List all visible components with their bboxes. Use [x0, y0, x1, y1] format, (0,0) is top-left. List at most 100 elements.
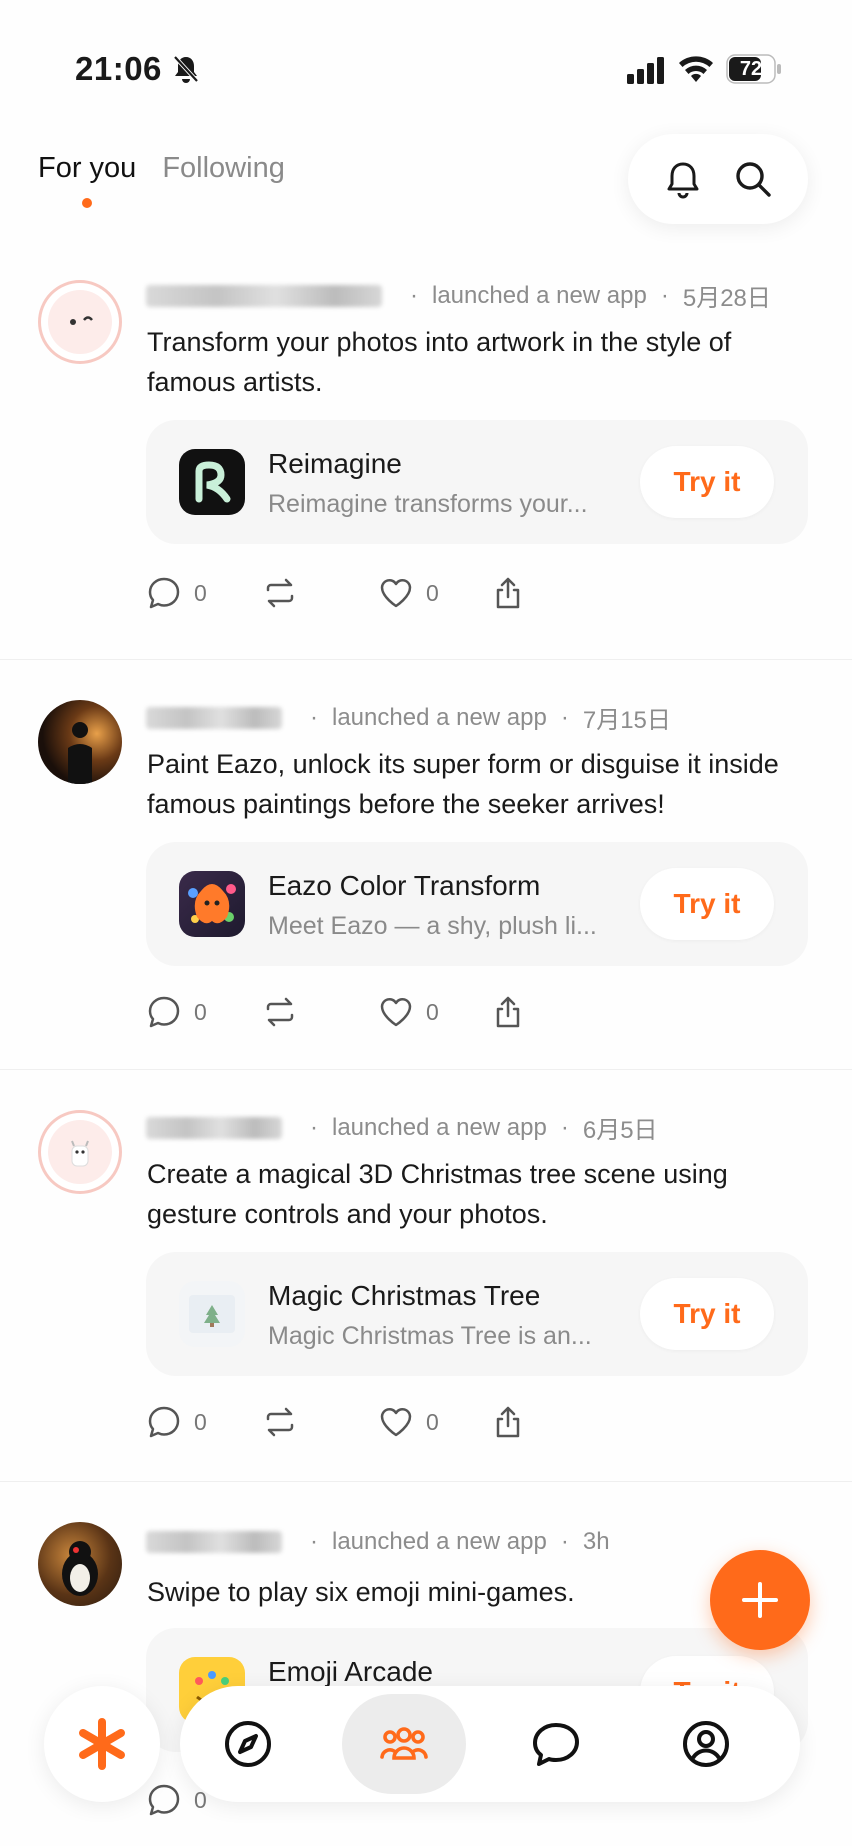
- post-date: 6月5日: [582, 1117, 658, 1144]
- bell-muted-icon: [173, 55, 199, 83]
- comment-button[interactable]: 0: [146, 1404, 262, 1440]
- app-subtitle: Magic Christmas Tree is an...: [268, 1322, 592, 1350]
- tab-following[interactable]: Following: [162, 152, 285, 185]
- search-icon[interactable]: [732, 158, 774, 200]
- like-count: 0: [426, 1408, 439, 1435]
- app-subtitle: Reimagine transforms your...: [268, 490, 588, 518]
- battery-icon: 72: [726, 54, 782, 84]
- app-card[interactable]: Reimagine Reimagine transforms your... T…: [146, 420, 808, 544]
- repost-button[interactable]: [262, 1404, 378, 1440]
- like-count: 0: [426, 998, 439, 1025]
- active-tab-indicator: [82, 198, 93, 208]
- comment-button[interactable]: 0: [146, 994, 262, 1030]
- nav-community[interactable]: [342, 1694, 466, 1794]
- comment-icon: [148, 577, 180, 609]
- app-name: Eazo Color Transform: [268, 870, 541, 901]
- tab-label: Following: [162, 152, 285, 184]
- create-post-button[interactable]: [710, 1550, 810, 1650]
- try-it-button[interactable]: Try it: [640, 446, 774, 518]
- share-button[interactable]: [490, 575, 526, 611]
- nav-messages[interactable]: [496, 1694, 616, 1794]
- username-redacted[interactable]: [146, 706, 282, 729]
- post-meta: · launched a new app · 7月15日: [146, 700, 671, 735]
- tab-label: For you: [38, 152, 137, 184]
- post-meta: · launched a new app · 5月28日: [146, 278, 771, 313]
- post-text: Transform your photos into artwork in th…: [147, 327, 732, 397]
- app-card[interactable]: Magic Christmas Tree Magic Christmas Tre…: [146, 1252, 808, 1376]
- comment-icon: [148, 1784, 180, 1816]
- app-icon-christmas-tree: [179, 1281, 245, 1347]
- repost-icon: [266, 578, 294, 608]
- post-text: Create a magical 3D Christmas tree scene…: [147, 1159, 728, 1229]
- share-icon: [496, 577, 520, 609]
- post-actions: 0 0: [146, 1404, 526, 1440]
- repost-button[interactable]: [262, 575, 378, 611]
- avatar[interactable]: [38, 1522, 122, 1606]
- try-it-button[interactable]: Try it: [640, 868, 774, 940]
- post-actions: 0 0: [146, 575, 526, 611]
- username-redacted[interactable]: [146, 1531, 282, 1553]
- comment-icon: [148, 1406, 180, 1438]
- comment-count: 0: [194, 1408, 207, 1435]
- repost-icon: [266, 1407, 294, 1437]
- home-button[interactable]: [44, 1686, 160, 1802]
- nav-profile[interactable]: [646, 1694, 766, 1794]
- heart-icon: [380, 579, 412, 608]
- post-action: launched a new app: [332, 1113, 547, 1141]
- app-card[interactable]: Eazo Color Transform Meet Eazo — a shy, …: [146, 842, 808, 966]
- share-icon: [496, 996, 520, 1028]
- bell-icon[interactable]: [662, 158, 704, 200]
- post-action: launched a new app: [332, 703, 547, 731]
- feed-post: · launched a new app · 5月28日 Transform y…: [0, 250, 852, 660]
- compass-icon: [225, 1721, 271, 1767]
- feed-tabs: For you Following: [38, 152, 285, 208]
- battery-level: 72: [739, 58, 763, 80]
- bottom-nav: [180, 1686, 800, 1802]
- status-bar: 21:06 72: [0, 0, 852, 120]
- post-text: Swipe to play six emoji mini-games.: [147, 1577, 575, 1607]
- post-actions: 0 0: [146, 994, 526, 1030]
- status-time: 21:06: [75, 50, 162, 87]
- like-button[interactable]: 0: [378, 994, 490, 1030]
- post-date: 7月15日: [582, 707, 671, 734]
- comment-count: 0: [194, 998, 207, 1025]
- plus-icon: [742, 1582, 778, 1618]
- app-name: Reimagine: [268, 448, 402, 479]
- app-icon-reimagine: [179, 449, 245, 515]
- comment-icon: [148, 996, 180, 1028]
- comment-button[interactable]: 0: [146, 575, 262, 611]
- chat-bubble-icon: [533, 1723, 579, 1766]
- app-name: Emoji Arcade: [268, 1656, 433, 1687]
- share-button[interactable]: [490, 994, 526, 1030]
- nav-explore[interactable]: [188, 1694, 308, 1794]
- asterisk-home-icon: [79, 1718, 125, 1770]
- repost-icon: [266, 997, 294, 1027]
- wifi-icon: [679, 56, 713, 82]
- share-button[interactable]: [490, 1404, 526, 1440]
- feed-post: · launched a new app · 6月5日 Create a mag…: [0, 1070, 852, 1482]
- tab-for-you[interactable]: For you: [38, 152, 137, 208]
- avatar[interactable]: [38, 700, 122, 784]
- comment-count: 0: [194, 579, 207, 606]
- heart-icon: [380, 998, 412, 1027]
- post-action: launched a new app: [332, 1528, 547, 1555]
- like-button[interactable]: 0: [378, 575, 490, 611]
- avatar[interactable]: [38, 280, 122, 364]
- like-button[interactable]: 0: [378, 1404, 490, 1440]
- share-icon: [496, 1406, 520, 1438]
- post-meta: · launched a new app · 6月5日: [146, 1110, 658, 1145]
- feed-post: · launched a new app · 7月15日 Paint Eazo,…: [0, 660, 852, 1070]
- post-date: 5月28日: [682, 285, 771, 312]
- username-redacted[interactable]: [146, 1116, 282, 1139]
- cellular-signal-icon: [627, 57, 664, 84]
- profile-icon: [683, 1721, 729, 1767]
- post-meta: · launched a new app · 3h: [146, 1528, 610, 1556]
- repost-button[interactable]: [262, 994, 378, 1030]
- post-date: 3h: [582, 1528, 610, 1555]
- app-icon-eazo: [179, 871, 245, 937]
- app-name: Magic Christmas Tree: [268, 1280, 541, 1311]
- post-action: launched a new app: [432, 281, 647, 309]
- try-it-button[interactable]: Try it: [640, 1278, 774, 1350]
- avatar[interactable]: [38, 1110, 122, 1194]
- username-redacted[interactable]: [146, 284, 382, 307]
